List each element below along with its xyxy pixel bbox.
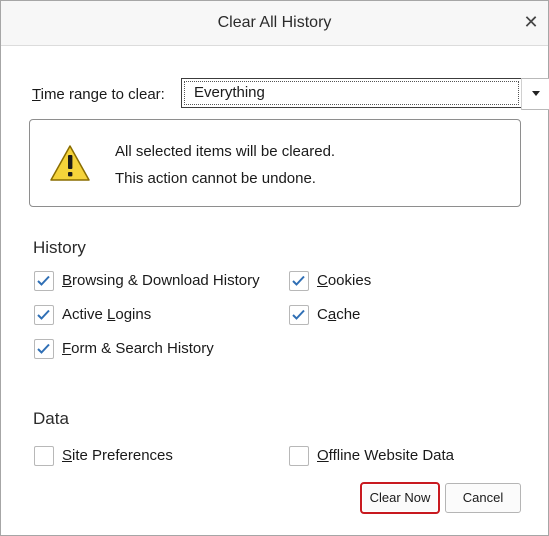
warning-message-line1: All selected items will be cleared. [115, 143, 336, 160]
chevron-down-icon[interactable] [521, 78, 549, 110]
checkbox-label: Form & Search History [62, 340, 214, 357]
checkbox-label: Browsing & Download History [62, 272, 260, 289]
checkbox-label: Offline Website Data [317, 447, 455, 464]
warning-message-line2: This action cannot be undone. [115, 170, 316, 187]
cancel-button[interactable]: Cancel [445, 483, 521, 513]
checkbox[interactable] [289, 446, 309, 466]
time-range-value: Everything [194, 84, 265, 101]
dialog-title: Clear All History [217, 14, 332, 31]
checkbox-label: Cookies [317, 272, 372, 289]
time-range-label: Time range to clear: [32, 86, 165, 103]
data-heading: Data [33, 409, 69, 428]
checkbox[interactable] [34, 305, 54, 325]
warning-icon [50, 145, 90, 181]
checkbox[interactable] [34, 339, 54, 359]
checkbox[interactable] [34, 446, 54, 466]
checkbox[interactable] [289, 305, 309, 325]
warning-box: All selected items will be cleared. This… [29, 119, 521, 207]
close-icon[interactable]: ✕ [520, 11, 542, 33]
checkbox[interactable] [289, 271, 309, 291]
checkbox-label: Active Logins [62, 306, 152, 323]
checkbox[interactable] [34, 271, 54, 291]
clear-now-button[interactable]: Clear Now [360, 482, 440, 514]
checkbox-label: Site Preferences [62, 447, 173, 464]
clear-history-dialog: Clear All History ✕ Time range to clear:… [0, 0, 549, 536]
time-range-select[interactable]: Everything [181, 78, 522, 108]
history-heading: History [33, 238, 86, 257]
title-bar: Clear All History ✕ [1, 1, 548, 46]
checkbox-label: Cache [317, 306, 361, 323]
